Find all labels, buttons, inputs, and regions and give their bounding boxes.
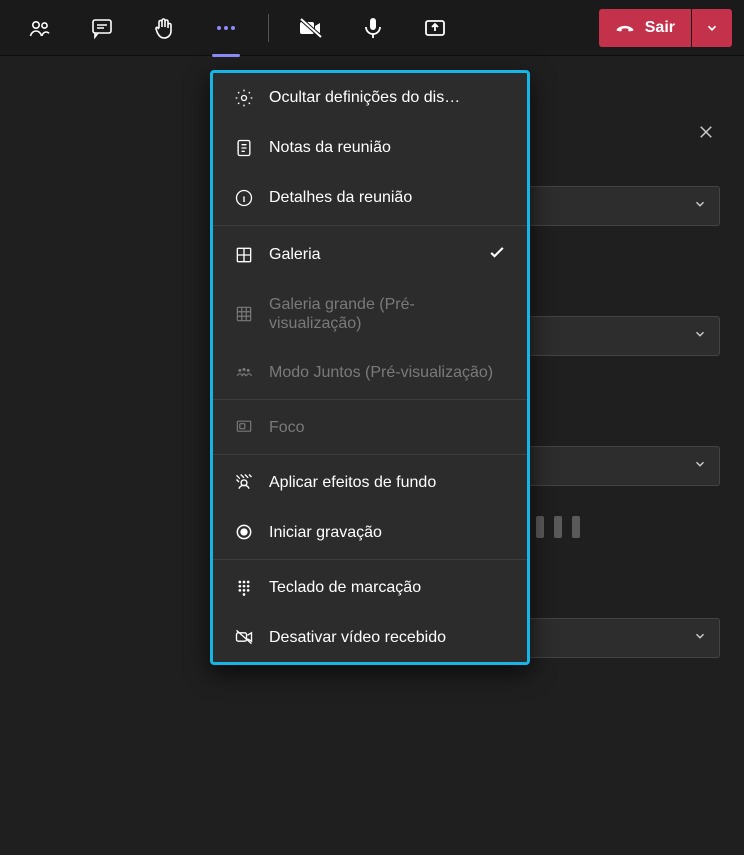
menu-label: Teclado de marcação [269, 578, 507, 597]
chevron-down-icon [693, 327, 707, 346]
camera-toggle-button[interactable] [283, 0, 339, 56]
chevron-down-icon [693, 197, 707, 216]
menu-item-meeting-details[interactable]: Detalhes da reunião [213, 173, 527, 223]
menu-item-background-effects[interactable]: Aplicar efeitos de fundo [213, 457, 527, 507]
menu-item-dialpad[interactable]: Teclado de marcação [213, 562, 527, 612]
chevron-down-icon [705, 21, 719, 35]
more-icon [214, 16, 238, 40]
close-icon [697, 123, 715, 141]
chat-icon [90, 16, 114, 40]
menu-divider [213, 225, 527, 226]
menu-item-large-gallery: Galeria grande (Pré-visualização) [213, 281, 527, 347]
raise-hand-button[interactable] [136, 0, 192, 56]
chevron-down-icon [693, 457, 707, 476]
notes-icon [233, 137, 255, 159]
people-group-icon [233, 361, 255, 383]
background-effects-icon [233, 471, 255, 493]
menu-item-start-recording[interactable]: Iniciar gravação [213, 507, 527, 557]
menu-label: Ocultar definições do dis… [269, 88, 507, 107]
menu-label: Modo Juntos (Pré-visualização) [269, 363, 507, 382]
menu-item-meeting-notes[interactable]: Notas da reunião [213, 123, 527, 173]
focus-icon [233, 416, 255, 438]
people-icon [28, 16, 52, 40]
menu-divider [213, 559, 527, 560]
hangup-icon [615, 18, 635, 38]
record-icon [233, 521, 255, 543]
menu-label: Iniciar gravação [269, 523, 507, 542]
menu-item-device-settings[interactable]: Ocultar definições do dis… [213, 73, 527, 123]
menu-label: Galeria [269, 245, 473, 264]
grid-2x2-icon [233, 244, 255, 266]
menu-label: Notas da reunião [269, 138, 507, 157]
video-off-icon [233, 626, 255, 648]
more-actions-menu: Ocultar definições do dis… Notas da reun… [210, 70, 530, 665]
menu-label: Detalhes da reunião [269, 188, 507, 207]
share-screen-button[interactable] [407, 0, 463, 56]
leave-button[interactable]: Sair [599, 9, 691, 47]
mic-level-indicator [500, 516, 720, 538]
grid-3x3-icon [233, 303, 255, 325]
mic-toggle-button[interactable] [345, 0, 401, 56]
toolbar-divider [268, 14, 269, 42]
panel-close-button[interactable] [692, 118, 720, 146]
check-icon [487, 242, 507, 267]
hand-icon [152, 16, 176, 40]
menu-item-turn-off-incoming-video[interactable]: Desativar vídeo recebido [213, 612, 527, 662]
chevron-down-icon [693, 629, 707, 648]
participants-button[interactable] [12, 0, 68, 56]
gear-icon [233, 87, 255, 109]
menu-item-gallery[interactable]: Galeria [213, 228, 527, 281]
menu-label: Foco [269, 418, 507, 437]
mic-icon [361, 16, 385, 40]
menu-item-focus: Foco [213, 402, 527, 452]
menu-label: Desativar vídeo recebido [269, 628, 507, 647]
share-icon [423, 16, 447, 40]
menu-item-together-mode: Modo Juntos (Pré-visualização) [213, 347, 527, 397]
meeting-toolbar: Sair [0, 0, 744, 56]
menu-divider [213, 454, 527, 455]
info-icon [233, 187, 255, 209]
leave-group: Sair [599, 9, 732, 47]
menu-label: Galeria grande (Pré-visualização) [269, 295, 507, 333]
camera-off-icon [299, 16, 323, 40]
leave-label: Sair [645, 19, 675, 37]
leave-caret-button[interactable] [692, 9, 732, 47]
chat-button[interactable] [74, 0, 130, 56]
menu-label: Aplicar efeitos de fundo [269, 473, 507, 492]
dialpad-icon [233, 576, 255, 598]
menu-divider [213, 399, 527, 400]
more-actions-button[interactable] [198, 0, 254, 56]
